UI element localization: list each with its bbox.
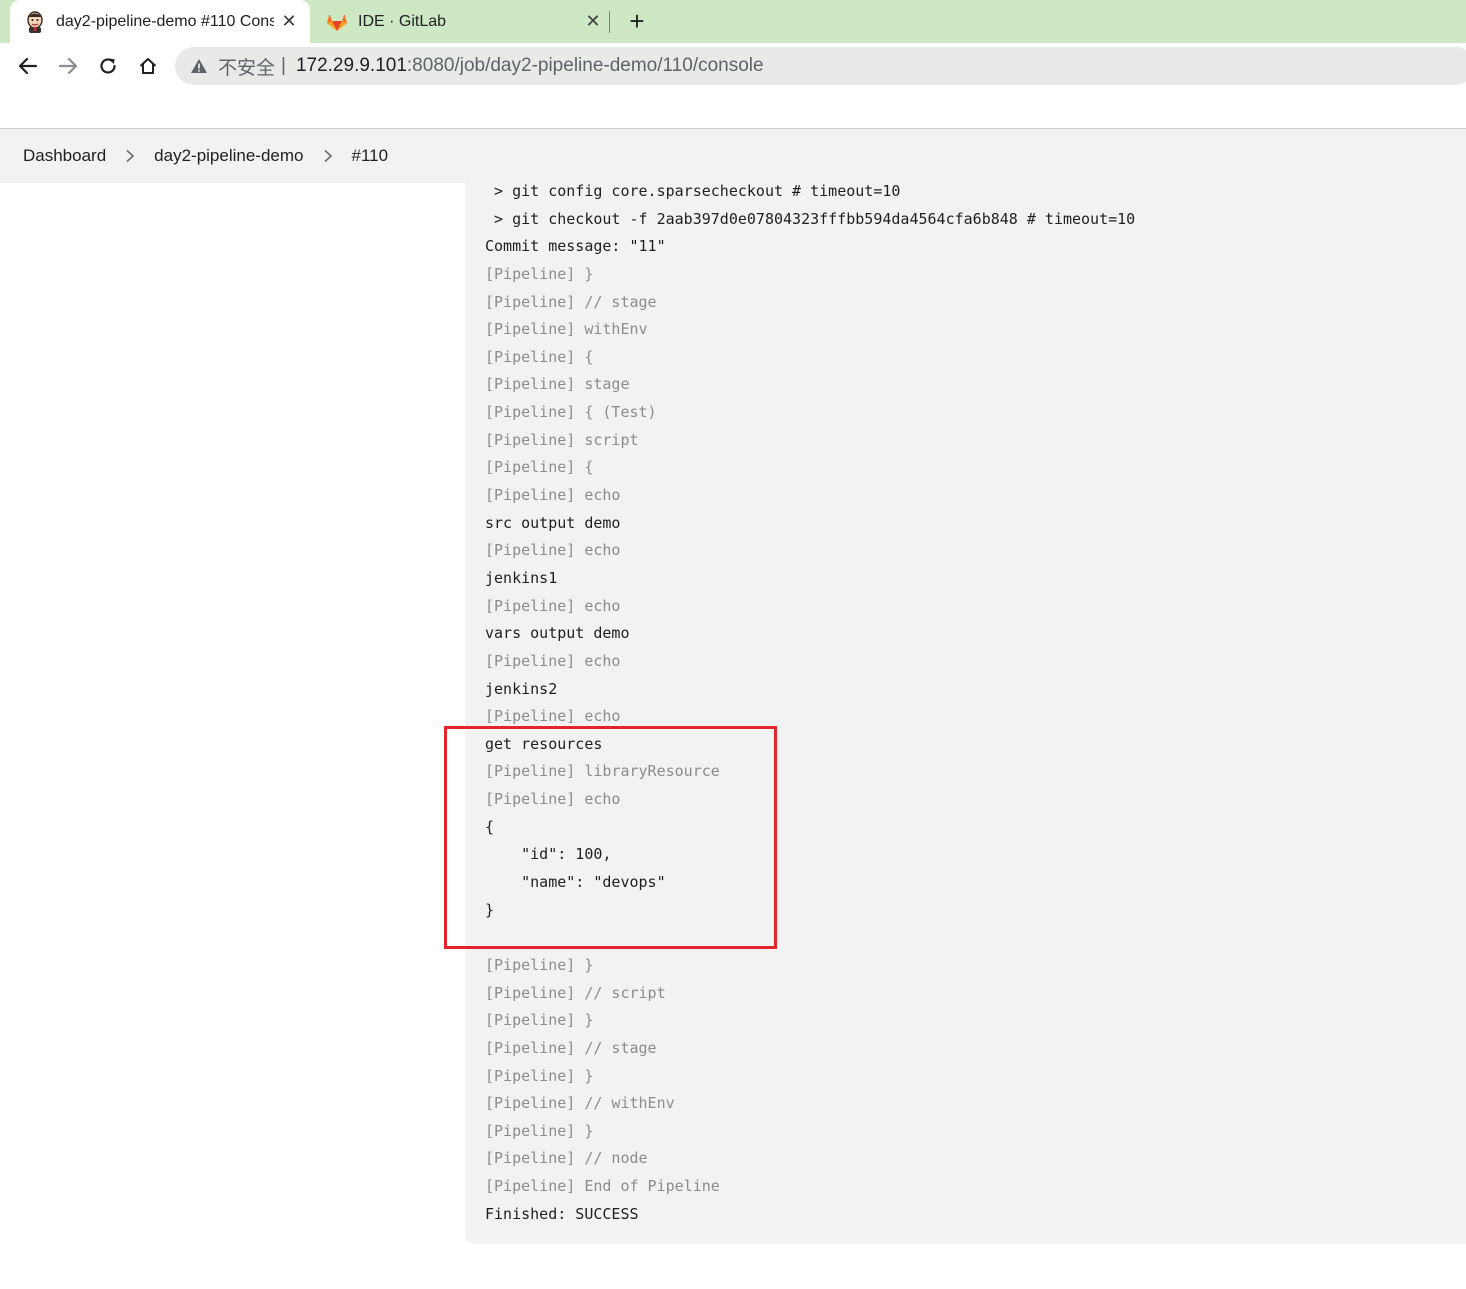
address-bar[interactable]: 不安全 | 172.29.9.101 :8080/job/day2-pipeli…: [175, 47, 1466, 85]
pipeline-step-line: [Pipeline] // stage: [485, 292, 657, 311]
console-output: > git config core.sparsecheckout # timeo…: [465, 129, 1466, 1244]
security-label[interactable]: 不安全: [218, 53, 275, 80]
pipeline-step-line: [Pipeline] echo: [485, 651, 621, 670]
console-output-line: jenkins2: [485, 679, 558, 698]
pipeline-step-line: [Pipeline] echo: [485, 541, 621, 560]
reload-icon: [100, 58, 116, 74]
pipeline-step-line: [Pipeline] // withEnv: [485, 1094, 675, 1113]
forward-button[interactable]: [53, 51, 83, 81]
gitlab-icon: [326, 11, 348, 33]
browser-toolbar: 不安全 | 172.29.9.101 :8080/job/day2-pipeli…: [0, 43, 1466, 89]
jenkins-icon: [24, 10, 46, 33]
close-tab-icon[interactable]: ✕: [582, 11, 604, 32]
breadcrumb: Dashboard day2-pipeline-demo #110: [0, 129, 465, 183]
arrow-right-icon: [58, 57, 78, 75]
console-output-line: get resources: [485, 734, 603, 753]
url-path: :8080/job/day2-pipeline-demo/110/console: [406, 55, 764, 76]
chevron-right-icon: [304, 149, 352, 163]
pipeline-step-line: [Pipeline] {: [485, 458, 594, 477]
arrow-left-icon: [18, 57, 38, 75]
pipeline-step-line: [Pipeline] }: [485, 1066, 594, 1085]
pipeline-step-line: [Pipeline] echo: [485, 486, 621, 505]
console-output-line: jenkins1: [485, 568, 558, 587]
pipeline-step-line: [Pipeline] script: [485, 430, 639, 449]
back-button[interactable]: [13, 51, 43, 81]
console-output-line: > git config core.sparsecheckout # timeo…: [485, 182, 901, 200]
pipeline-step-line: [Pipeline] libraryResource: [485, 762, 720, 781]
console-output-line: vars output demo: [485, 624, 630, 643]
pipeline-step-line: [Pipeline] }: [485, 1121, 594, 1140]
pipeline-step-line: [Pipeline] End of Pipeline: [485, 1177, 720, 1196]
tab-title: IDE · GitLab: [358, 12, 447, 30]
pipeline-step-line: [Pipeline] { (Test): [485, 403, 657, 422]
console-output-line: "id": 100,: [485, 845, 612, 864]
warning-icon: [189, 56, 209, 76]
url-host: 172.29.9.101: [295, 55, 407, 76]
breadcrumb-dashboard[interactable]: Dashboard: [23, 146, 106, 166]
close-tab-icon[interactable]: ✕: [278, 11, 300, 32]
pipeline-step-line: [Pipeline] {: [485, 347, 594, 366]
pipeline-step-line: [Pipeline] echo: [485, 790, 621, 809]
tab-separator: [609, 11, 610, 33]
pipeline-step-line: [Pipeline] // stage: [485, 1038, 657, 1057]
pipeline-step-line: [Pipeline] // node: [485, 1149, 648, 1168]
console-output-line: Commit message: "11": [485, 237, 666, 256]
console-output-line: }: [485, 900, 495, 919]
home-button[interactable]: [133, 51, 163, 81]
console-output-line: Finished: SUCCESS: [485, 1204, 639, 1223]
chevron-right-icon: [106, 149, 154, 163]
new-tab-button[interactable]: +: [622, 6, 652, 36]
pipeline-step-line: [Pipeline] // script: [485, 983, 666, 1002]
tab-title: day2-pipeline-demo #110 Console: [56, 12, 274, 30]
breadcrumb-job[interactable]: day2-pipeline-demo: [154, 146, 303, 166]
pipeline-step-line: [Pipeline] withEnv: [485, 320, 648, 339]
console-output-line: "name": "devops": [485, 873, 666, 892]
pipeline-step-line: [Pipeline] stage: [485, 375, 630, 394]
console-output-line: {: [485, 817, 495, 836]
pipeline-step-line: [Pipeline] }: [485, 955, 594, 974]
tab-gitlab-ide[interactable]: IDE · GitLab ✕: [312, 0, 608, 43]
tab-strip: day2-pipeline-demo #110 Console ✕ IDE · …: [0, 0, 1466, 43]
pipeline-step-line: [Pipeline] echo: [485, 707, 621, 726]
pipeline-step-line: [Pipeline] echo: [485, 596, 621, 615]
console-log: > git config core.sparsecheckout # timeo…: [485, 178, 1135, 1228]
pipeline-step-line: [Pipeline] }: [485, 264, 594, 283]
tab-jenkins-console[interactable]: day2-pipeline-demo #110 Console ✕: [10, 0, 310, 43]
pipeline-step-line: [Pipeline] }: [485, 1011, 594, 1030]
home-icon: [139, 58, 157, 74]
console-output-line: > git checkout -f 2aab397d0e07804323fffb…: [485, 209, 1136, 228]
address-divider: |: [281, 55, 286, 76]
console-output-line: src output demo: [485, 513, 621, 532]
breadcrumb-build[interactable]: #110: [352, 146, 389, 166]
reload-button[interactable]: [93, 51, 123, 81]
